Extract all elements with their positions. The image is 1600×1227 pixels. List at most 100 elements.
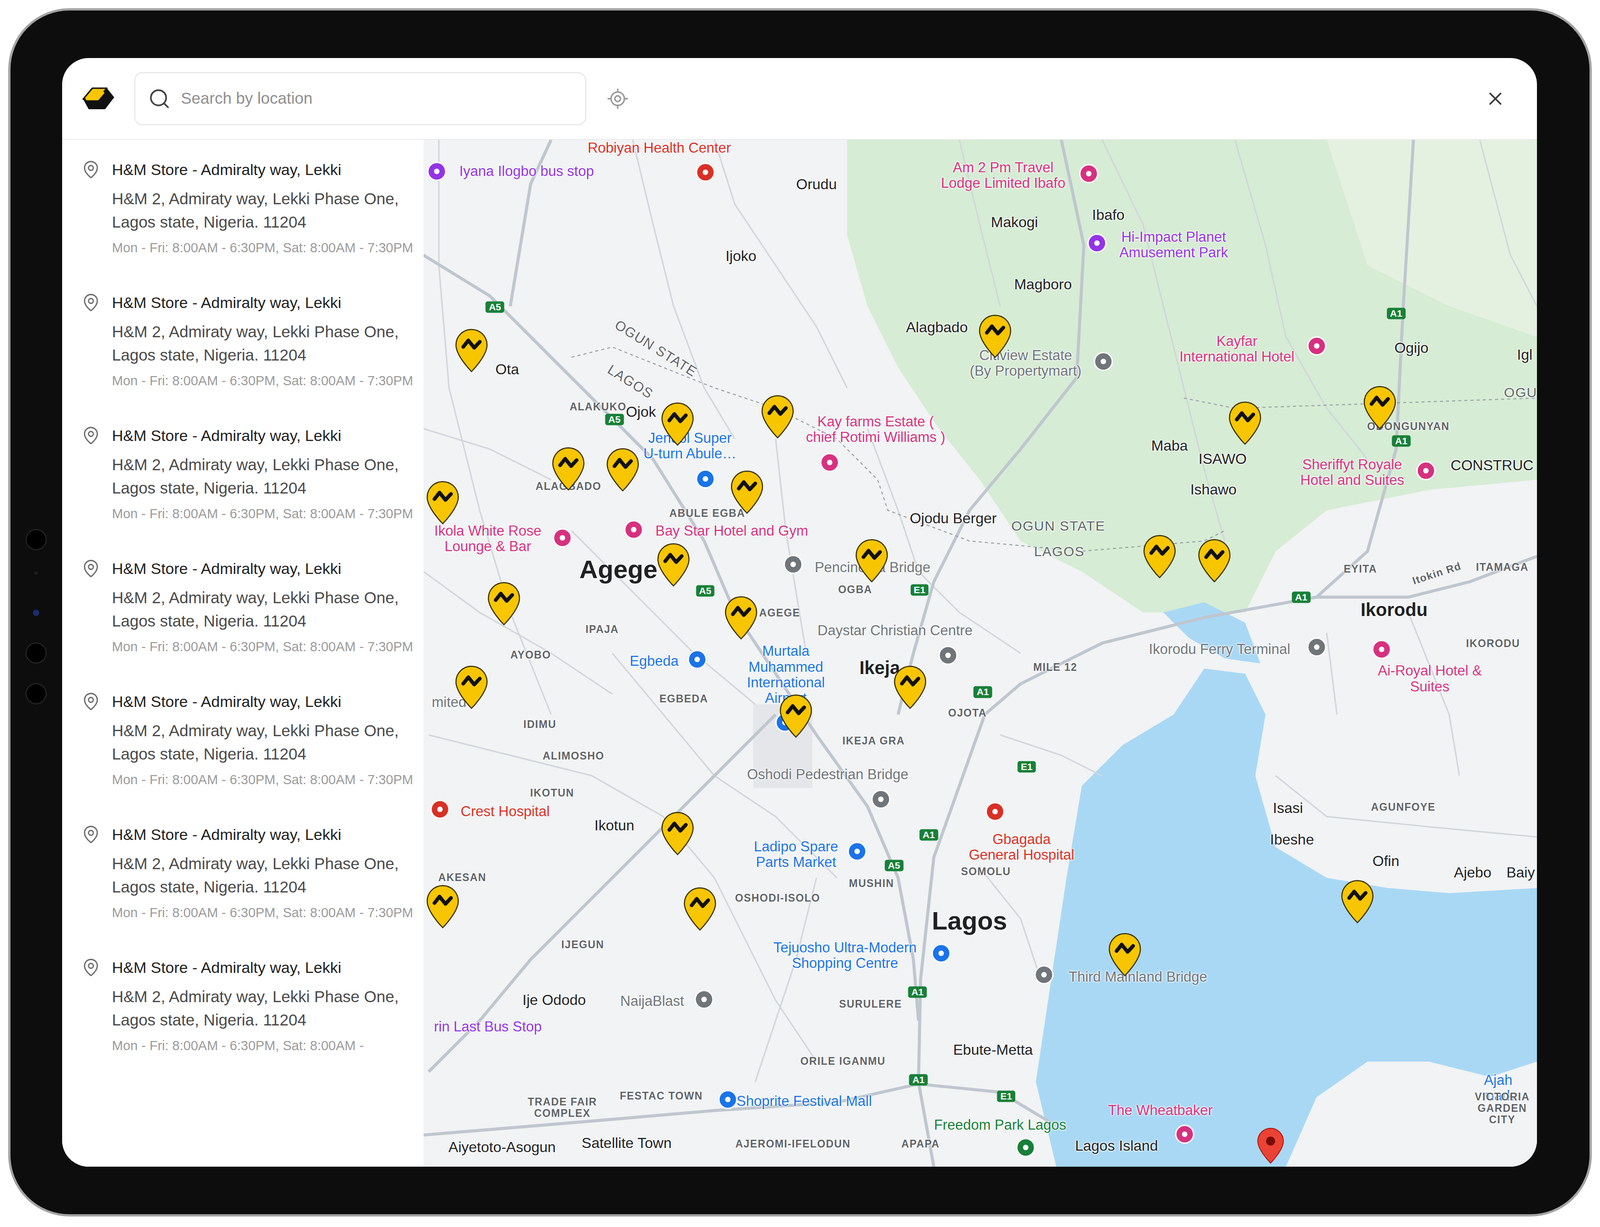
store-pin-icon[interactable]	[682, 885, 718, 932]
poi-label[interactable]: The Wheatbaker	[1107, 1102, 1213, 1118]
poi-icon[interactable]	[820, 452, 840, 472]
poi-label[interactable]: Hi-Impact Planet Amusement Park	[1119, 229, 1229, 261]
poi-icon[interactable]	[1307, 637, 1327, 657]
place-label: TRADE FAIR COMPLEX	[527, 1095, 598, 1119]
road-shield: A1	[973, 686, 993, 698]
poi-label[interactable]: Shoprite Festival Mall	[736, 1093, 872, 1109]
poi-label[interactable]: Ladipo Spare Parts Market	[753, 838, 838, 870]
poi-icon[interactable]	[1307, 336, 1327, 356]
store-pin-icon[interactable]	[1340, 878, 1375, 925]
poi-label[interactable]: Kayfar International Hotel	[1179, 333, 1295, 365]
poi-icon[interactable]	[687, 649, 707, 669]
store-item[interactable]: H&M Store - Admiralty way, LekkiH&M 2, A…	[62, 139, 424, 273]
poi-icon[interactable]	[1416, 460, 1436, 481]
store-item[interactable]: H&M Store - Admiralty way, LekkiH&M 2, A…	[62, 671, 424, 805]
poi-label[interactable]: Murtala Muhammed International Airport	[747, 643, 826, 706]
store-pin-icon[interactable]	[605, 446, 641, 493]
app-logo-icon[interactable]	[79, 85, 117, 112]
store-pin-icon[interactable]	[1107, 931, 1143, 978]
store-pin-icon[interactable]	[778, 693, 814, 739]
poi-icon[interactable]	[931, 943, 951, 963]
store-pin-icon[interactable]	[1227, 400, 1263, 446]
store-pin-icon[interactable]	[425, 883, 461, 930]
camera-dot	[25, 642, 47, 664]
close-icon[interactable]	[1484, 88, 1506, 110]
poi-icon[interactable]	[694, 989, 714, 1009]
poi-label[interactable]: Kay farms Estate ( chief Rotimi Williams…	[805, 413, 946, 446]
place-label: VICTORIA GARDEN CITY	[1474, 1091, 1531, 1126]
store-pin-icon[interactable]	[454, 664, 489, 710]
poi-label[interactable]: Iyana Ilogbo bus stop	[459, 163, 594, 180]
poi-icon[interactable]	[783, 554, 803, 574]
poi-label[interactable]: Tejuosho Ultra-Modern Shopping Centre	[773, 939, 917, 971]
poi-icon[interactable]	[1175, 1124, 1195, 1144]
location-pin-icon[interactable]	[1256, 1127, 1285, 1164]
store-pin-icon[interactable]	[723, 594, 759, 641]
place-label: Igl	[1516, 347, 1533, 364]
store-pin-icon[interactable]	[660, 810, 695, 857]
store-pin-icon[interactable]	[1362, 384, 1398, 431]
store-pin-icon[interactable]	[454, 327, 489, 374]
poi-icon[interactable]	[847, 841, 867, 861]
store-pin-icon[interactable]	[1197, 537, 1232, 584]
store-pin-icon[interactable]	[760, 393, 795, 440]
store-item[interactable]: H&M Store - Admiralty way, LekkiH&M 2, A…	[62, 538, 424, 672]
store-item[interactable]: H&M Store - Admiralty way, LekkiH&M 2, A…	[62, 937, 424, 1071]
poi-label[interactable]: Daystar Christian Centre	[817, 622, 973, 639]
poi-icon[interactable]	[1016, 1137, 1036, 1157]
poi-label[interactable]: NaijaBlast	[620, 993, 685, 1009]
poi-icon[interactable]	[624, 519, 644, 540]
store-pin-icon[interactable]	[660, 401, 695, 447]
store-pin-icon[interactable]	[892, 664, 928, 710]
poi-icon[interactable]	[695, 469, 716, 489]
poi-label[interactable]: Crest Hospital	[460, 803, 550, 820]
search-input[interactable]	[180, 86, 577, 111]
poi-label[interactable]: Sheriffyt Royale Hotel and Suites	[1300, 456, 1404, 488]
store-item[interactable]: H&M Store - Admiralty way, LekkiH&M 2, A…	[62, 804, 424, 938]
poi-icon[interactable]	[427, 161, 447, 181]
poi-label[interactable]: Gbagada General Hospital	[969, 831, 1075, 863]
poi-label[interactable]: Egbeda	[629, 653, 679, 669]
store-pin-icon[interactable]	[425, 479, 461, 526]
poi-label[interactable]: Oshodi Pedestrian Bridge	[747, 766, 909, 783]
poi-label[interactable]: Freedom Park Lagos	[933, 1117, 1066, 1133]
poi-label[interactable]: Third Mainland Bridge	[1068, 969, 1208, 985]
poi-icon[interactable]	[1087, 233, 1107, 253]
poi-label[interactable]: mited	[431, 694, 467, 710]
store-pin-icon[interactable]	[977, 313, 1013, 360]
poi-label[interactable]: Ikola White Rose Lounge & Bar	[434, 523, 542, 555]
poi-label[interactable]: Bay Star Hotel and Gym	[655, 522, 808, 539]
map[interactable]: Robiyan Health Center Iyana Ilogbo bus st…	[423, 139, 1537, 1167]
store-pin-icon[interactable]	[729, 469, 765, 515]
place-label: Aiyetoto-Asogun	[448, 1139, 557, 1155]
poi-label[interactable]: Ai-Royal Hotel & Suites	[1376, 662, 1484, 695]
locate-icon[interactable]	[606, 87, 630, 111]
store-pin-icon[interactable]	[854, 537, 890, 584]
poi-label[interactable]: Ikorodu Ferry Terminal	[1149, 641, 1291, 657]
poi-icon[interactable]	[871, 789, 891, 809]
poi-icon[interactable]	[718, 1089, 738, 1109]
poi-icon[interactable]	[552, 528, 573, 548]
poi-icon[interactable]	[695, 162, 716, 182]
search-field[interactable]	[134, 72, 587, 126]
poi-label[interactable]: Jendol Super U-turn Abule…	[643, 430, 737, 462]
store-pin-icon[interactable]	[486, 580, 522, 627]
store-pin-icon[interactable]	[550, 445, 586, 492]
poi-icon[interactable]	[430, 799, 450, 819]
poi-icon[interactable]	[938, 645, 958, 665]
poi-label[interactable]: Robiyan Health Center	[587, 140, 732, 156]
store-pin-icon[interactable]	[656, 541, 691, 588]
poi-icon[interactable]	[985, 801, 1005, 822]
poi-icon[interactable]	[1372, 639, 1392, 659]
store-item[interactable]: H&M Store - Admiralty way, LekkiH&M 2, A…	[62, 405, 424, 539]
store-item[interactable]: H&M Store - Admiralty way, LekkiH&M 2, A…	[62, 272, 424, 406]
poi-label[interactable]: Citiview Estate (By Propertymart)	[969, 347, 1082, 379]
store-pin-icon[interactable]	[1142, 533, 1177, 580]
poi-icon[interactable]	[1034, 964, 1054, 985]
poi-icon[interactable]	[1079, 164, 1099, 184]
poi-label[interactable]: Am 2 Pm Travel Lodge Limited Ibafo	[941, 159, 1066, 191]
store-list: H&M Store - Admiralty way, LekkiH&M 2, A…	[62, 139, 424, 1167]
poi-icon[interactable]	[1093, 351, 1113, 371]
poi-label[interactable]: rin Last Bus Stop	[434, 1018, 542, 1035]
location-pin-icon	[81, 691, 101, 711]
